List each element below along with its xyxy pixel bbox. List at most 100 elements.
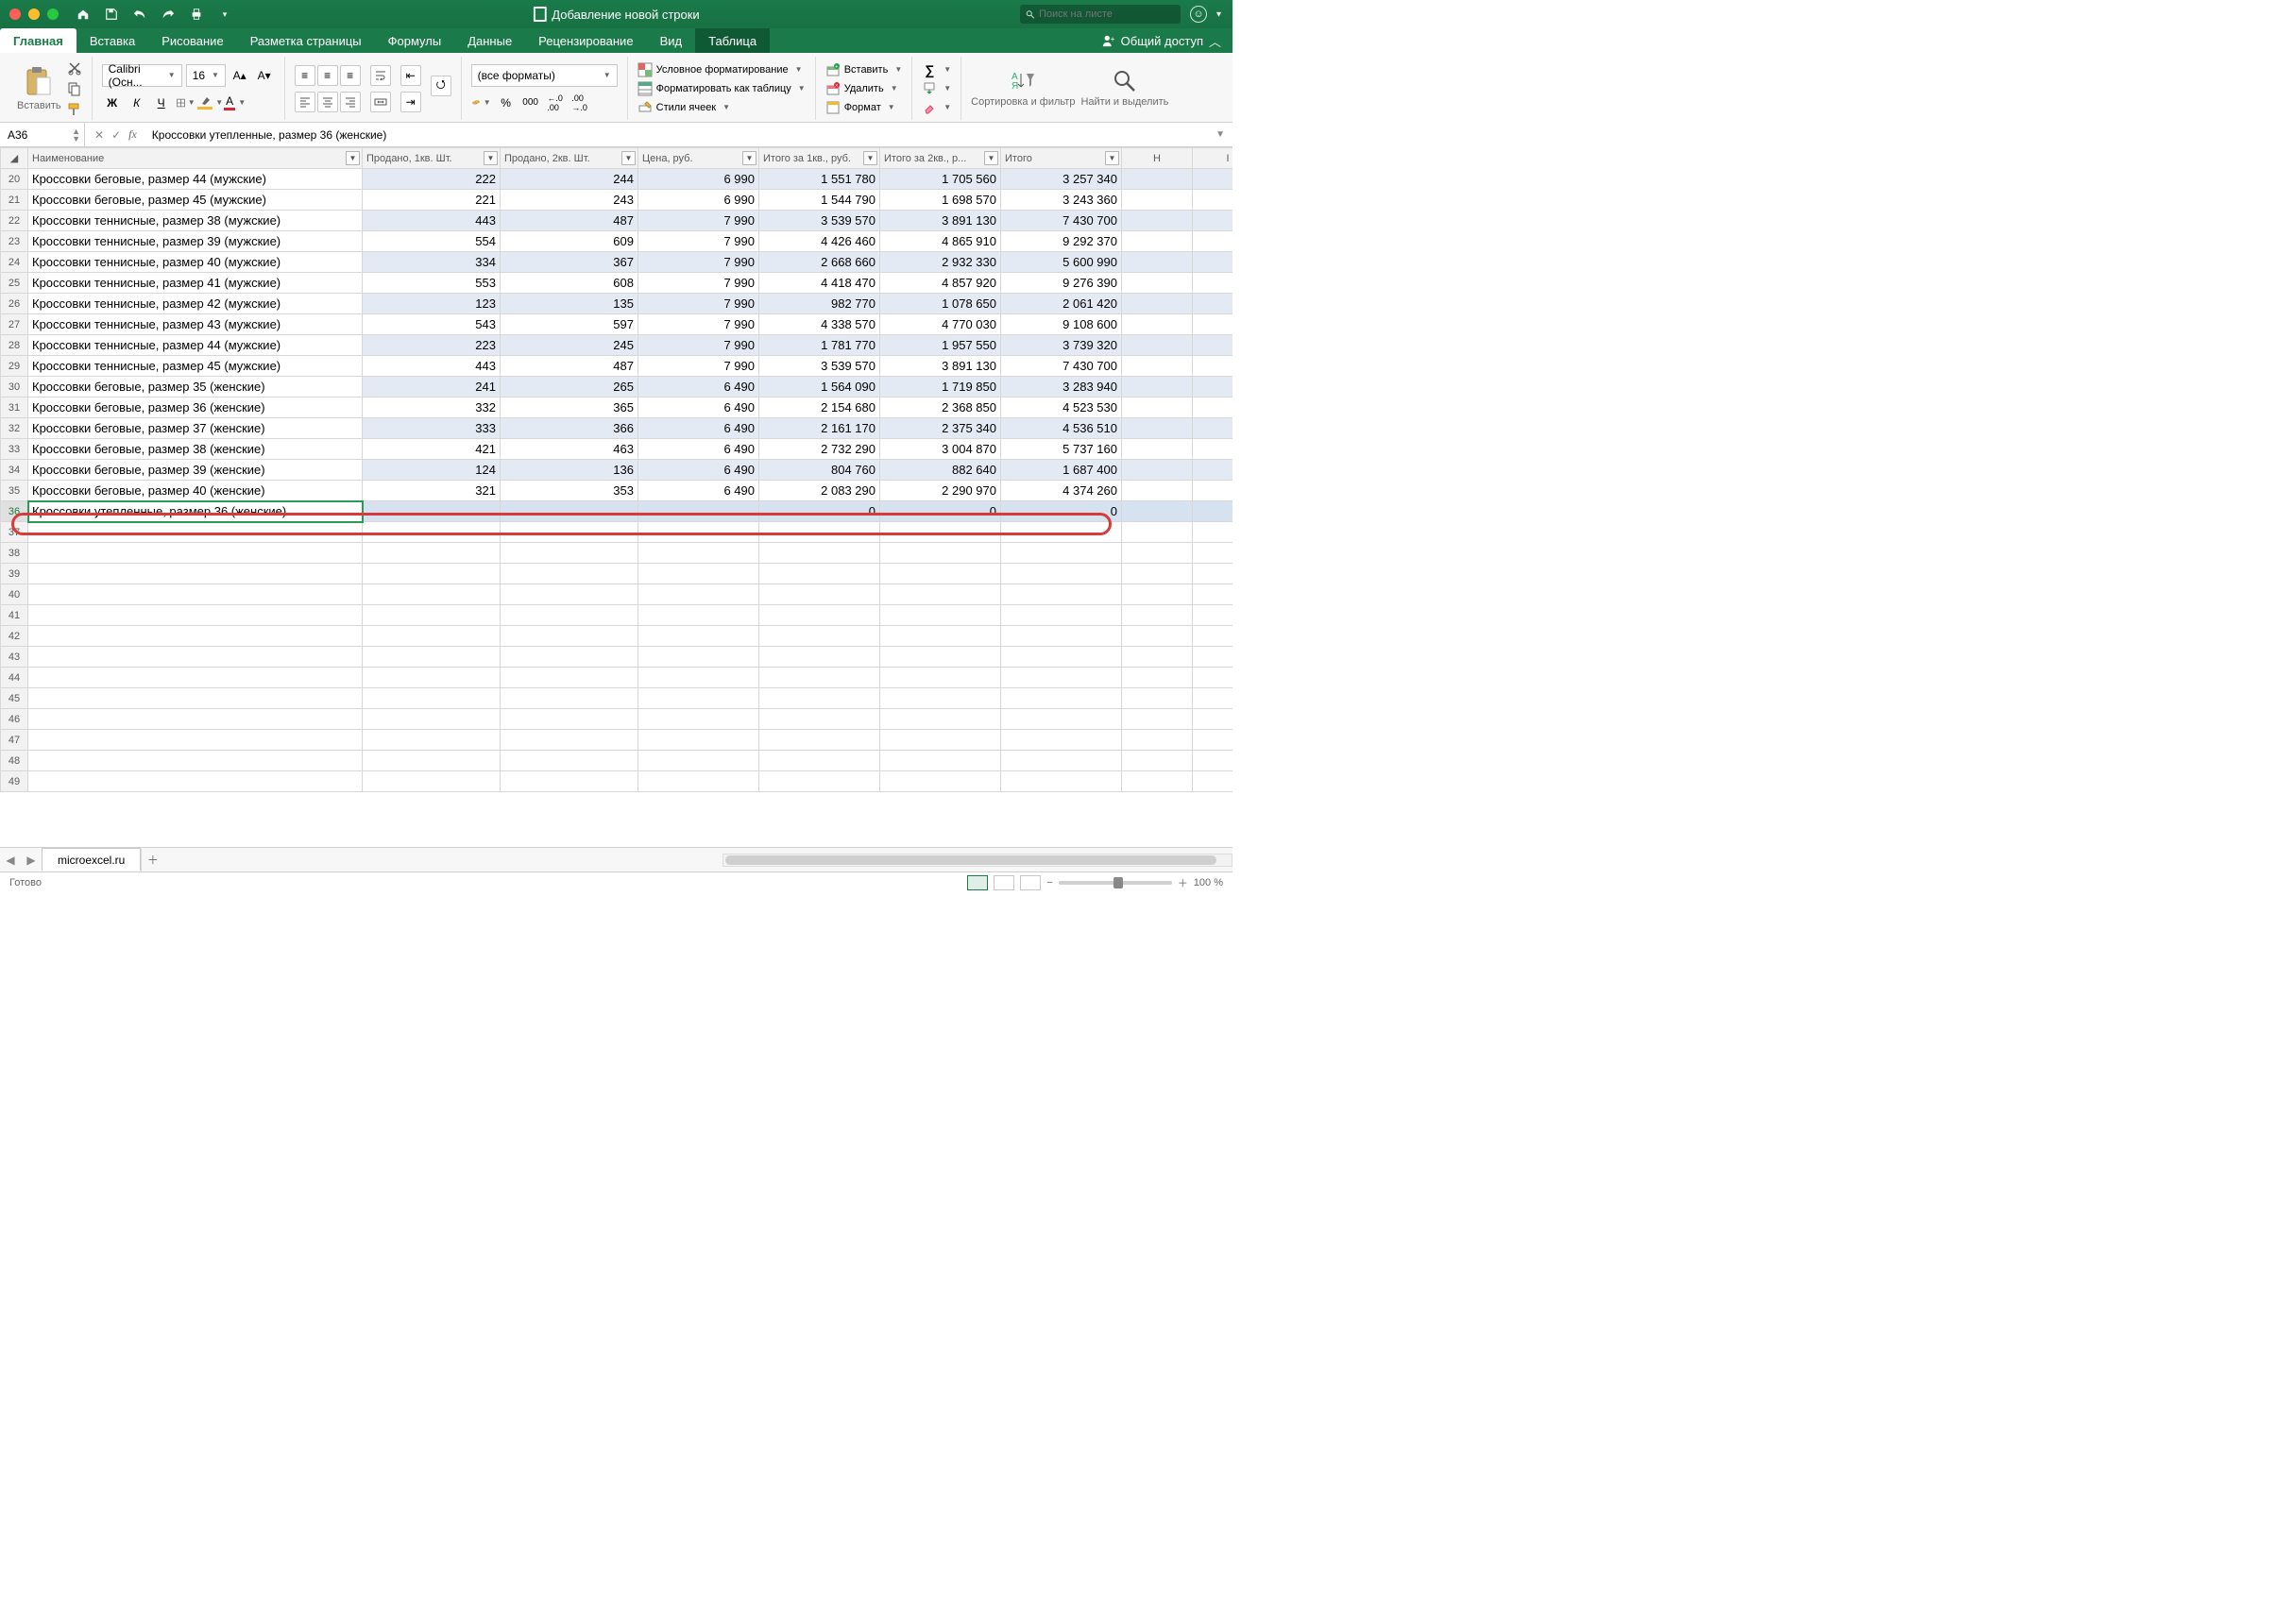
cell[interactable] bbox=[759, 709, 880, 730]
column-header-G[interactable]: Итого▼ bbox=[1001, 148, 1122, 169]
table-row[interactable]: 32Кроссовки беговые, размер 37 (женские)… bbox=[1, 418, 1233, 439]
cell[interactable]: 365 bbox=[501, 398, 638, 418]
cell[interactable]: 9 292 370 bbox=[1001, 231, 1122, 252]
table-row[interactable]: 37 bbox=[1, 522, 1233, 543]
cell[interactable] bbox=[1001, 605, 1122, 626]
cell[interactable] bbox=[638, 751, 759, 771]
cell[interactable]: 0 bbox=[880, 501, 1001, 522]
table-row[interactable]: 49 bbox=[1, 771, 1233, 792]
cell[interactable] bbox=[880, 688, 1001, 709]
cell[interactable] bbox=[638, 543, 759, 564]
cell[interactable] bbox=[363, 605, 501, 626]
cell[interactable]: 1 781 770 bbox=[759, 335, 880, 356]
row-header[interactable]: 20 bbox=[1, 169, 28, 190]
cell[interactable] bbox=[1193, 418, 1233, 439]
cell[interactable]: 7 430 700 bbox=[1001, 211, 1122, 231]
cell[interactable]: 487 bbox=[501, 211, 638, 231]
cell[interactable] bbox=[1122, 190, 1193, 211]
cell[interactable] bbox=[363, 751, 501, 771]
cell[interactable] bbox=[1122, 605, 1193, 626]
table-row[interactable]: 22Кроссовки теннисные, размер 38 (мужски… bbox=[1, 211, 1233, 231]
redo-icon[interactable] bbox=[161, 7, 176, 22]
view-pagelayout-button[interactable] bbox=[994, 875, 1014, 890]
home-icon[interactable] bbox=[76, 7, 91, 22]
cell[interactable]: 7 990 bbox=[638, 231, 759, 252]
sheet-search-input[interactable] bbox=[1039, 8, 1175, 20]
cell[interactable] bbox=[501, 688, 638, 709]
table-row[interactable]: 34Кроссовки беговые, размер 39 (женские)… bbox=[1, 460, 1233, 481]
cell[interactable] bbox=[638, 709, 759, 730]
cell[interactable]: 5 600 990 bbox=[1001, 252, 1122, 273]
table-row[interactable]: 25Кроссовки теннисные, размер 41 (мужски… bbox=[1, 273, 1233, 294]
cell[interactable] bbox=[1193, 626, 1233, 647]
clear-button[interactable]: ▼ bbox=[922, 100, 951, 115]
name-box[interactable]: A36 ▲▼ bbox=[0, 123, 85, 146]
ribbon-tab-home[interactable]: Главная bbox=[0, 28, 76, 53]
table-row[interactable]: 44 bbox=[1, 668, 1233, 688]
cell[interactable]: 135 bbox=[501, 294, 638, 314]
cell[interactable]: 3 539 570 bbox=[759, 211, 880, 231]
cell[interactable] bbox=[880, 709, 1001, 730]
cell[interactable] bbox=[1001, 730, 1122, 751]
cell[interactable] bbox=[1193, 584, 1233, 605]
thousands-icon[interactable]: 000 bbox=[520, 93, 541, 113]
cell[interactable] bbox=[759, 543, 880, 564]
row-header[interactable]: 39 bbox=[1, 564, 28, 584]
undo-icon[interactable] bbox=[132, 7, 147, 22]
cell[interactable]: 333 bbox=[363, 418, 501, 439]
cell[interactable] bbox=[501, 584, 638, 605]
cell[interactable]: 223 bbox=[363, 335, 501, 356]
cell[interactable] bbox=[28, 626, 363, 647]
cell[interactable]: 367 bbox=[501, 252, 638, 273]
sort-filter-button[interactable]: АЯ Сортировка и фильтр bbox=[971, 68, 1075, 108]
align-middle-icon[interactable]: ≡ bbox=[317, 65, 338, 86]
name-box-stepper-icon[interactable]: ▲▼ bbox=[72, 127, 84, 143]
cell[interactable]: 554 bbox=[363, 231, 501, 252]
row-header[interactable]: 21 bbox=[1, 190, 28, 211]
fill-button[interactable]: ▼ bbox=[922, 81, 951, 96]
cell[interactable]: 4 338 570 bbox=[759, 314, 880, 335]
filter-btn-F[interactable]: ▼ bbox=[984, 151, 998, 165]
cell[interactable]: Кроссовки беговые, размер 38 (женские) bbox=[28, 439, 363, 460]
cell[interactable] bbox=[363, 647, 501, 668]
cell[interactable]: 6 490 bbox=[638, 377, 759, 398]
align-top-icon[interactable]: ≡ bbox=[295, 65, 315, 86]
cell[interactable] bbox=[759, 626, 880, 647]
row-header[interactable]: 47 bbox=[1, 730, 28, 751]
cell[interactable]: 1 705 560 bbox=[880, 169, 1001, 190]
autosum-button[interactable]: ∑▼ bbox=[922, 62, 951, 77]
cell[interactable] bbox=[759, 751, 880, 771]
cell[interactable] bbox=[1122, 418, 1193, 439]
align-center-icon[interactable] bbox=[317, 92, 338, 112]
table-row[interactable]: 35Кроссовки беговые, размер 40 (женские)… bbox=[1, 481, 1233, 501]
cell[interactable] bbox=[1122, 481, 1193, 501]
cell[interactable] bbox=[638, 626, 759, 647]
cell[interactable] bbox=[880, 647, 1001, 668]
cell[interactable] bbox=[28, 647, 363, 668]
cell[interactable] bbox=[1122, 584, 1193, 605]
row-header[interactable]: 24 bbox=[1, 252, 28, 273]
cell[interactable] bbox=[1193, 231, 1233, 252]
filter-btn-B[interactable]: ▼ bbox=[484, 151, 498, 165]
cell[interactable] bbox=[1193, 688, 1233, 709]
cell[interactable] bbox=[1122, 460, 1193, 481]
find-select-button[interactable]: Найти и выделить bbox=[1080, 68, 1168, 108]
cell[interactable]: 7 990 bbox=[638, 294, 759, 314]
cell[interactable] bbox=[1193, 169, 1233, 190]
font-name-dropdown[interactable]: Calibri (Осн...▼ bbox=[102, 64, 182, 87]
zoom-in-button[interactable]: ＋ bbox=[1178, 875, 1188, 890]
cell[interactable] bbox=[759, 668, 880, 688]
cell[interactable] bbox=[363, 501, 501, 522]
delete-cells-button[interactable]: ×Удалить▼ bbox=[825, 81, 903, 96]
cell[interactable] bbox=[638, 584, 759, 605]
cell[interactable] bbox=[1193, 564, 1233, 584]
ribbon-tab-review[interactable]: Рецензирование bbox=[525, 28, 646, 53]
cell[interactable]: Кроссовки теннисные, размер 42 (мужские) bbox=[28, 294, 363, 314]
cell[interactable]: 7 990 bbox=[638, 314, 759, 335]
horizontal-scrollbar[interactable] bbox=[722, 854, 1232, 867]
row-header[interactable]: 32 bbox=[1, 418, 28, 439]
cell[interactable] bbox=[1122, 522, 1193, 543]
cell[interactable] bbox=[880, 543, 1001, 564]
cell[interactable] bbox=[880, 730, 1001, 751]
cell[interactable]: Кроссовки теннисные, размер 40 (мужские) bbox=[28, 252, 363, 273]
